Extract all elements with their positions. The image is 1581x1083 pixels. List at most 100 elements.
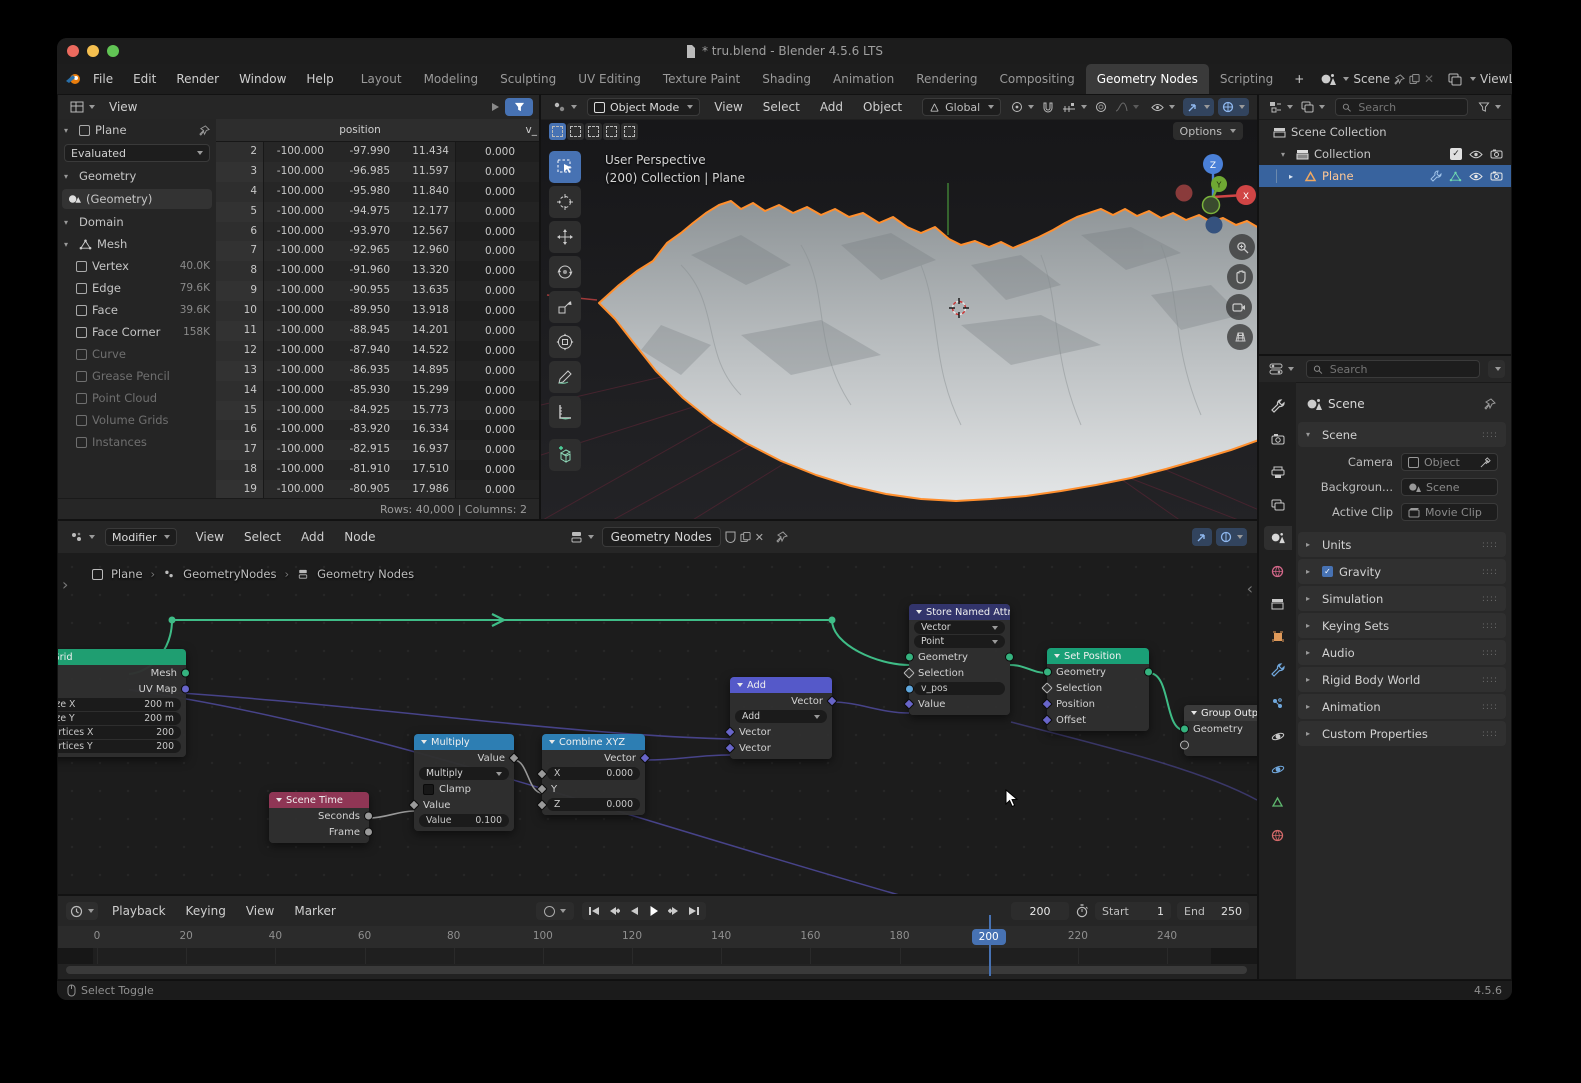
add-cube-tool[interactable] [549,439,581,471]
node-group-output[interactable]: Group Output Geometry [1184,705,1257,756]
geometry-section-header[interactable]: ▾Geometry [58,165,216,187]
domain-edge[interactable]: Edge79.6K [58,277,216,299]
gravity-checkbox[interactable]: ✓ [1322,566,1333,577]
socket-frame-out[interactable] [364,828,373,837]
spreadsheet-table-header[interactable]: position v_ [216,119,539,142]
timeline-menu-view[interactable]: View [236,904,284,918]
node-canvas[interactable]: Plane› GeometryNodes› Geometry Nodes [58,553,1257,894]
panel-audio[interactable]: ▸Audio:::: [1298,640,1506,665]
properties-tab-particles[interactable] [1264,691,1292,715]
playhead-badge[interactable]: 200 [972,929,1006,945]
socket-geometry-out[interactable] [1144,668,1153,677]
menu-file[interactable]: File [83,72,123,86]
show-overlays-toggle[interactable] [1218,98,1249,116]
store-domain-dropdown[interactable]: Point [914,635,1005,648]
mesh-section-header[interactable]: ▾ Mesh [58,233,216,255]
socket-virtual-in[interactable] [1180,741,1189,750]
gizmo-negative-x[interactable] [1176,185,1193,202]
add-operation-dropdown[interactable]: Add [735,710,827,723]
properties-tab-tool[interactable] [1264,394,1292,418]
outliner-display-mode-icon[interactable] [1265,98,1297,116]
show-gizmo-toggle[interactable] [1183,98,1214,116]
properties-search-input[interactable] [1328,362,1473,377]
outliner-scene-collection[interactable]: Scene Collection [1259,121,1511,143]
properties-tab-world[interactable] [1264,559,1292,583]
properties-tab-object[interactable] [1264,625,1292,649]
socket-name-in[interactable] [905,684,914,693]
falloff-icon[interactable] [1111,98,1143,116]
editor-type-timeline-icon[interactable] [66,902,98,920]
properties-tab-output[interactable] [1264,460,1292,484]
menu-window[interactable]: Window [229,72,296,86]
node-combine-xyz[interactable]: Combine XYZ Vector X0.000 Y Z0.000 [542,734,645,815]
properties-tab-modifiers[interactable] [1264,658,1292,682]
frame-start-field[interactable]: Start1 [1095,902,1171,920]
domain-face-corner[interactable]: Face Corner158K [58,321,216,343]
panel-gravity[interactable]: ▸✓Gravity:::: [1298,559,1506,584]
editor-type-nodes-icon[interactable] [66,528,99,546]
add-workspace-button[interactable]: + [1284,72,1314,86]
timeline-scrollbar[interactable] [66,966,1247,974]
table-row[interactable]: 3-100.000-96.98511.5970.000 [216,162,539,182]
properties-tab-scene[interactable] [1264,526,1292,550]
timeline-menu-keying[interactable]: Keying [176,904,236,918]
minimize-window-button[interactable] [87,45,99,57]
menu-help[interactable]: Help [296,72,343,86]
node-menu-add[interactable]: Add [291,530,334,544]
mode-dropdown[interactable]: Object Mode [587,98,700,116]
spreadsheet-view-menu[interactable]: View [99,100,147,114]
properties-tab-collection[interactable] [1264,592,1292,616]
properties-tab-physics[interactable] [1264,724,1292,748]
socket-mesh-out[interactable] [181,669,190,678]
toggle-ortho-button[interactable] [1227,324,1253,350]
combine-z-field[interactable]: Z0.000 [547,798,640,811]
socket-uvmap-out[interactable] [181,685,190,694]
outliner-collection[interactable]: ▾ Collection ✓ [1259,143,1511,165]
panel-units[interactable]: ▸Units:::: [1298,532,1506,557]
table-row[interactable]: 14-100.000-85.93015.2990.000 [216,381,539,401]
frame-end-field[interactable]: End250 [1177,902,1249,920]
snap-magnet-icon[interactable] [1038,98,1058,116]
play-button[interactable] [644,902,664,920]
node-menu-view[interactable]: View [185,530,233,544]
outliner-object-plane[interactable]: │ ▸ Plane [1259,165,1511,187]
jump-end-button[interactable] [684,902,704,920]
node-multiply[interactable]: Multiply Value Multiply Clamp Value Valu… [414,734,514,831]
node-store-named-attribute[interactable]: Store Named Attri... Vector Point Geomet… [909,604,1010,715]
viewport-menu-object[interactable]: Object [853,100,912,114]
zoom-button[interactable] [1229,234,1255,260]
viewport-menu-add[interactable]: Add [810,100,853,114]
properties-editor-icon[interactable] [1265,360,1298,378]
spreadsheet-object-row[interactable]: ▾ Plane [58,119,216,141]
node-gizmo-toggle[interactable] [1192,528,1212,546]
camera-icon[interactable] [1490,149,1503,159]
filter-toggle-button[interactable] [505,98,533,116]
orientation-dropdown[interactable]: Global [922,98,1001,116]
playhead-line[interactable] [989,915,991,976]
measure-tool[interactable] [549,396,581,428]
table-row[interactable]: 4-100.000-95.98011.8400.000 [216,182,539,202]
multiply-value-field[interactable]: Value0.100 [419,814,509,827]
unlink-scene-icon[interactable]: ✕ [1424,72,1434,86]
store-name-field[interactable]: v_pos [914,682,1005,695]
socket-seconds-out[interactable] [364,812,373,821]
panel-rigid-body-world[interactable]: ▸Rigid Body World:::: [1298,667,1506,692]
table-row[interactable]: 10-100.000-89.95013.9180.000 [216,301,539,321]
domain-section-header[interactable]: ▾Domain [58,211,216,233]
options-drop[interactable]: Options [1173,122,1243,140]
eye-icon[interactable] [1469,172,1483,181]
timeline-menu-playback[interactable]: Playback [102,904,176,918]
proportional-edit-icon[interactable] [1091,98,1111,116]
table-row[interactable]: 7-100.000-92.96512.9600.000 [216,241,539,261]
current-frame-field[interactable]: 200 [1011,902,1069,920]
socket-geometry-out[interactable] [1005,653,1014,662]
unlink-node-tree-icon[interactable]: ✕ [755,531,764,544]
socket-geometry-in[interactable] [1180,725,1189,734]
next-keyframe-button[interactable] [664,902,684,920]
timeline-menu-marker[interactable]: Marker [284,904,345,918]
node-menu-select[interactable]: Select [234,530,291,544]
jump-start-button[interactable] [584,902,604,920]
prev-keyframe-button[interactable] [604,902,624,920]
select-tweak-button[interactable] [549,123,566,140]
camera-icon[interactable] [1490,171,1503,181]
